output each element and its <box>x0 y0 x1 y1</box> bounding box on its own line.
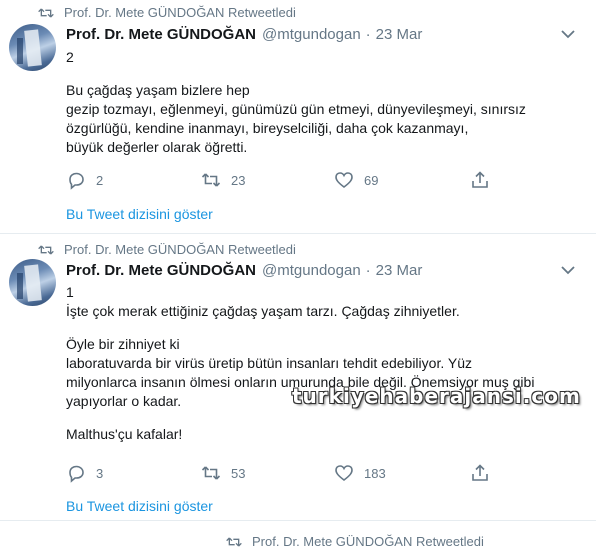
tweet[interactable]: Prof. Dr. Mete GÜNDOĞAN Retweetledi Prof… <box>0 0 596 228</box>
tweet-line-gap <box>66 67 586 81</box>
tweet-header: Prof. Dr. Mete GÜNDOĞAN @mtgundogan · 23… <box>66 262 422 279</box>
tweet-line: gezip tozmayı, eğlenmeyi, günümüzü gün e… <box>66 101 526 117</box>
tweet-line: milyonlarca insanın ölmesi onların umuru… <box>66 374 535 390</box>
share-icon <box>470 463 490 483</box>
retweet-icon <box>201 463 221 483</box>
retweet-icon <box>38 6 54 20</box>
retweet-label[interactable]: Prof. Dr. Mete GÜNDOĞAN Retweetledi <box>64 242 296 257</box>
author-name[interactable]: Prof. Dr. Mete GÜNDOĞAN <box>66 262 256 279</box>
tweet-date[interactable]: 23 Mar <box>376 262 423 279</box>
reply-count: 2 <box>96 172 104 188</box>
tweet-line: 2 <box>66 49 74 65</box>
retweet-icon <box>226 535 242 549</box>
tweet-actions: 3 53 183 <box>66 463 586 483</box>
heart-icon <box>334 463 354 483</box>
retweet-icon <box>38 243 54 257</box>
reply-button[interactable]: 3 <box>66 463 103 483</box>
tweet-line: büyük değerler olarak öğretti. <box>66 139 248 155</box>
chevron-down-icon[interactable] <box>561 29 575 39</box>
show-thread-link[interactable]: Bu Tweet dizisini göster <box>66 498 213 514</box>
header-separator: · <box>365 26 371 43</box>
reply-icon <box>66 463 86 483</box>
retweet-label[interactable]: Prof. Dr. Mete GÜNDOĞAN Retweetledi <box>64 5 296 20</box>
like-button[interactable]: 69 <box>334 170 378 190</box>
timeline-feed: Prof. Dr. Mete GÜNDOĞAN Retweetledi Prof… <box>0 0 596 551</box>
tweet-line: İşte çok merak ettiğiniz çağdaş yaşam ta… <box>66 303 460 319</box>
share-button[interactable] <box>470 170 490 190</box>
like-count: 183 <box>364 465 386 481</box>
like-button[interactable]: 183 <box>334 463 386 483</box>
retweet-context: Prof. Dr. Mete GÜNDOĞAN Retweetledi <box>38 5 296 20</box>
retweet-button[interactable]: 53 <box>201 463 245 483</box>
retweet-label[interactable]: Prof. Dr. Mete GÜNDOĞAN Retweetledi <box>252 534 484 549</box>
tweet-text: 2 Bu çağdaş yaşam bizlere hep gezip tozm… <box>66 48 586 157</box>
like-count: 69 <box>364 172 379 188</box>
tweet-line: laboratuvarda bir virüs üretip bütün ins… <box>66 355 472 371</box>
reply-count: 3 <box>96 465 104 481</box>
tweet-actions: 2 23 69 <box>66 170 586 190</box>
avatar[interactable] <box>9 259 56 306</box>
author-name[interactable]: Prof. Dr. Mete GÜNDOĞAN <box>66 26 256 43</box>
tweet-text: 1 İşte çok merak ettiğiniz çağdaş yaşam … <box>66 283 586 444</box>
tweet-line: özgürlüğü, kendine inanmayı, bireyselcil… <box>66 120 469 136</box>
tweet-line: Malthus'çu kafalar! <box>66 426 183 442</box>
retweet-context: Prof. Dr. Mete GÜNDOĞAN Retweetledi <box>226 534 484 549</box>
retweet-context: Prof. Dr. Mete GÜNDOĞAN Retweetledi <box>38 242 296 257</box>
retweet-button[interactable]: 23 <box>201 170 245 190</box>
tweet-line: Öyle bir zihniyet ki <box>66 336 180 352</box>
retweet-icon <box>201 170 221 190</box>
header-separator: · <box>365 262 371 279</box>
tweet-line: yapıyorlar o kadar. <box>66 393 182 409</box>
tweet-line-gap <box>66 411 586 425</box>
tweet-line: Bu çağdaş yaşam bizlere hep <box>66 82 250 98</box>
reply-icon <box>66 170 86 190</box>
retweet-count: 23 <box>231 172 246 188</box>
tweet-line-gap <box>66 321 586 335</box>
tweet-date[interactable]: 23 Mar <box>376 26 423 43</box>
tweet[interactable]: Prof. Dr. Mete GÜNDOĞAN Retweetledi Prof… <box>0 233 596 520</box>
tweet-header: Prof. Dr. Mete GÜNDOĞAN @mtgundogan · 23… <box>66 26 422 43</box>
share-icon <box>470 170 490 190</box>
author-handle[interactable]: @mtgundogan <box>262 262 361 279</box>
heart-icon <box>334 170 354 190</box>
share-button[interactable] <box>470 463 490 483</box>
tweet-line: 1 <box>66 284 74 300</box>
author-handle[interactable]: @mtgundogan <box>262 26 361 43</box>
avatar[interactable] <box>9 24 56 71</box>
chevron-down-icon[interactable] <box>561 265 575 275</box>
retweet-count: 53 <box>231 465 246 481</box>
show-thread-link[interactable]: Bu Tweet dizisini göster <box>66 206 213 222</box>
reply-button[interactable]: 2 <box>66 170 103 190</box>
tweet[interactable]: Prof. Dr. Mete GÜNDOĞAN Retweetledi <box>0 520 596 552</box>
